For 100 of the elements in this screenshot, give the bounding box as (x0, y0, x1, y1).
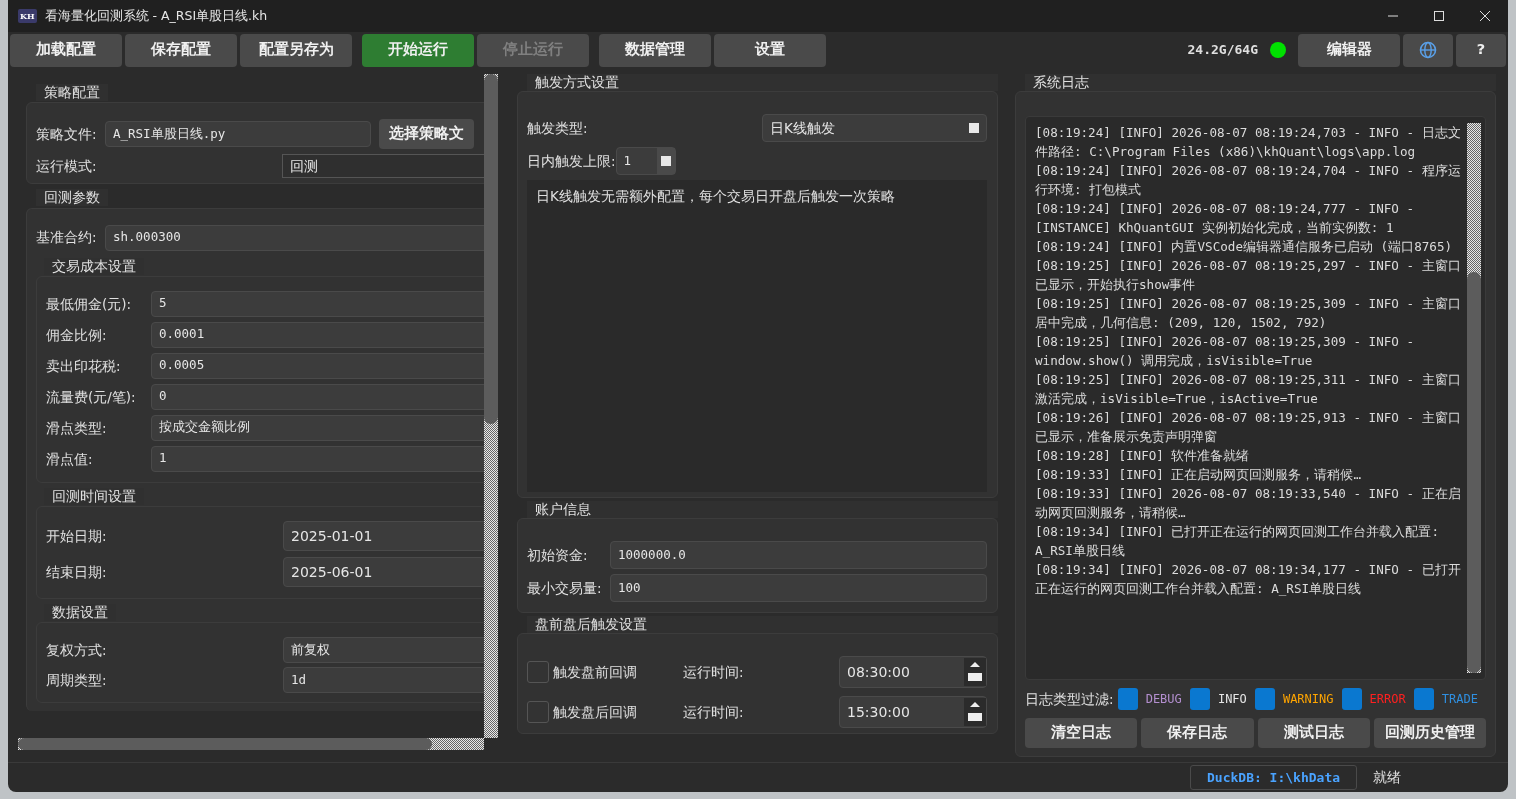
log-entry: [08:19:26] [INFO] 2026-08-07 08:19:25,913 - INFO - 主窗口已显示，准备展示免责声明弹窗 (1035, 409, 1461, 446)
globe-icon (1419, 41, 1437, 60)
group-title: 系统日志 (1025, 74, 1496, 91)
log-button[interactable]: 测试日志 (1257, 718, 1370, 748)
text-field[interactable]: 0.0001 (151, 321, 484, 348)
stepper-icon[interactable] (964, 698, 986, 726)
log-entry: [08:19:33] [INFO] 2026-08-07 08:19:33,540 - INFO - 正在启动网页回测服务，请稍候… (1035, 485, 1461, 522)
group-title: 账户信息 (527, 501, 998, 518)
checkbox[interactable] (1189, 688, 1210, 710)
stepper-icon[interactable] (964, 658, 986, 686)
log-entry: [08:19:24] [INFO] 内置VSCode编辑器通信服务已启动 (端口8765) (1035, 238, 1454, 256)
log-entry: [08:19:34] [INFO] 2026-08-07 08:19:34,177 - INFO - 已打开正在运行的网页回测工作台并载入配置: A_RSI单股日线 (1035, 561, 1461, 598)
log-button[interactable]: 清空日志 (1025, 718, 1138, 748)
text-field[interactable]: 1d (283, 667, 484, 694)
log-entry: [08:19:33] [INFO] 正在启动网页回测服务，请稍候… (1035, 466, 1363, 484)
group-title: 盘前盘后触发设置 (527, 616, 998, 633)
field-label: 日内触发上限: (527, 151, 616, 171)
text-field[interactable]: 0 (151, 383, 484, 410)
field-label: 开始日期: (46, 526, 108, 546)
toolbar-button[interactable]: 数据管理 (599, 33, 711, 67)
log-button[interactable]: 回测历史管理 (1373, 718, 1486, 748)
text-field[interactable]: 5 (151, 290, 484, 317)
maximize-icon[interactable] (1434, 11, 1444, 21)
vertical-scrollbar[interactable] (484, 74, 498, 738)
field-label: 结束日期: (46, 562, 108, 582)
text-field[interactable]: 1000000.0 (610, 541, 987, 569)
log-entry: [08:19:25] [INFO] 2026-08-07 08:19:25,311 - INFO - 主窗口激活完成，isVisible=True，isActive=True (1035, 371, 1461, 408)
filter-label: ERROR (1369, 691, 1406, 708)
field-label: 滑点类型: (46, 418, 108, 438)
toolbar-button[interactable]: 加载配置 (10, 33, 122, 67)
close-icon[interactable] (1480, 11, 1490, 21)
log-entry: [08:19:25] [INFO] 2026-08-07 08:19:25,297 - INFO - 主窗口已显示，开始执行show事件 (1035, 257, 1461, 294)
vertical-scrollbar[interactable] (1467, 123, 1481, 673)
text-field[interactable]: 前复权 (283, 637, 484, 664)
field-label: 初始资金: (527, 545, 589, 565)
memory-usage: 24.2G/64G (1187, 41, 1258, 60)
checkbox[interactable] (1254, 688, 1275, 710)
log-entry: [08:19:25] [INFO] 2026-08-07 08:19:25,309 - INFO - 主窗口居中完成，几何信息: (209, 120, 1502, 792) (1035, 295, 1461, 332)
globe-button[interactable] (1403, 33, 1453, 67)
log-entry: [08:19:34] [INFO] 已打开正在运行的网页回测工作台并载入配置: A_RSI单股日线 (1035, 523, 1441, 560)
field-label: 周期类型: (46, 671, 108, 691)
checkbox[interactable] (1413, 688, 1434, 710)
window-title: 看海量化回测系统 - A_RSI单股日线.kh (44, 6, 268, 25)
log-entry: [08:19:25] [INFO] 2026-08-07 08:19:25,309 - INFO - window.show() 调用完成，isVisible=True (1035, 333, 1416, 370)
checkbox[interactable] (527, 701, 549, 723)
field-label: 卖出印花税: (46, 356, 122, 376)
log-entry: [08:19:24] [INFO] 2026-08-07 08:19:24,777 - INFO - [INSTANCE] KhQuantGUI 实例初始化完成，当前实例数: 1 (1035, 200, 1416, 237)
toolbar-button[interactable]: 保存配置 (125, 33, 237, 67)
group-title: 回测参数 (36, 189, 108, 207)
file-field[interactable]: A_RSI单股日线.py (105, 121, 371, 148)
checkbox[interactable] (1117, 688, 1138, 710)
field-label: 佣金比例: (46, 325, 108, 345)
text-field[interactable]: sh.000300 (105, 224, 484, 251)
log-entry: [08:19:24] [INFO] 2026-08-07 08:19:24,703 - INFO - 日志文件路径: C:\Program Files (x86)\khQuant\logs\app.log (1035, 124, 1461, 161)
text-field[interactable]: 2025-01-01 (283, 521, 484, 551)
choose-file-button[interactable]: 选择策略文 (379, 119, 474, 150)
status-text: 就绪 (1373, 768, 1402, 788)
field-label: 基准合约: (36, 228, 98, 248)
toolbar-button[interactable]: 配置另存为 (240, 33, 352, 67)
field-label: 复权方式: (46, 641, 108, 661)
filter-label: 日志类型过滤: (1025, 689, 1114, 709)
toolbar-button[interactable]: 设置 (714, 33, 826, 67)
group-title: 触发方式设置 (527, 74, 998, 91)
toolbar-button[interactable]: 开始运行 (362, 33, 474, 67)
log-button[interactable]: 保存日志 (1141, 718, 1254, 748)
filter-label: WARNING (1282, 691, 1334, 708)
horizontal-scrollbar[interactable] (18, 738, 484, 750)
text-field[interactable]: 0.0005 (151, 352, 484, 379)
mode-dropdown[interactable]: 回测 (282, 154, 484, 179)
field-label: 策略文件: (36, 125, 98, 145)
field-label: 最小交易量: (527, 578, 603, 598)
trigger-type-dropdown[interactable]: 日K线触发 (762, 114, 987, 142)
time-field[interactable]: 08:30:00 (839, 656, 987, 688)
filter-label: TRADE (1441, 691, 1478, 708)
checkbox[interactable] (527, 661, 549, 683)
field-label: 运行模式: (36, 157, 98, 177)
square-icon[interactable] (660, 156, 671, 166)
app-logo: KH (18, 9, 37, 23)
filter-label: DEBUG (1145, 691, 1182, 708)
field-label: 最低佣金(元): (46, 294, 133, 314)
spin-box[interactable]: 1 (615, 147, 676, 175)
log-entry: [08:19:24] [INFO] 2026-08-07 08:19:24,704 - INFO - 程序运行环境: 打包模式 (1035, 162, 1461, 199)
field-label: 触发类型: (527, 118, 589, 138)
log-entry: [08:19:28] [INFO] 软件准备就绪 (1035, 447, 1251, 465)
description-text: 日K线触发无需额外配置，每个交易日开盘后触发一次策略 (527, 180, 987, 492)
filter-label: INFO (1217, 691, 1247, 708)
database-path: DuckDB: I:\khData (1190, 764, 1358, 791)
text-field[interactable]: 100 (610, 574, 987, 602)
text-field[interactable]: 按成交金额比例 (151, 414, 484, 441)
group-title: 策略配置 (36, 84, 108, 101)
text-field[interactable]: 1 (151, 445, 484, 472)
editor-button[interactable]: 编辑器 (1298, 33, 1400, 67)
checkbox-label: 触发盘前回调 (553, 662, 638, 682)
field-label: 流量费(元/笔): (46, 387, 137, 407)
time-field[interactable]: 15:30:00 (839, 696, 987, 728)
field-label: 滑点值: (46, 449, 94, 469)
text-field[interactable]: 2025-06-01 (283, 557, 484, 587)
field-label: 运行时间: (683, 662, 745, 682)
checkbox[interactable] (1341, 688, 1362, 710)
help-button[interactable]: ? (1456, 33, 1506, 67)
